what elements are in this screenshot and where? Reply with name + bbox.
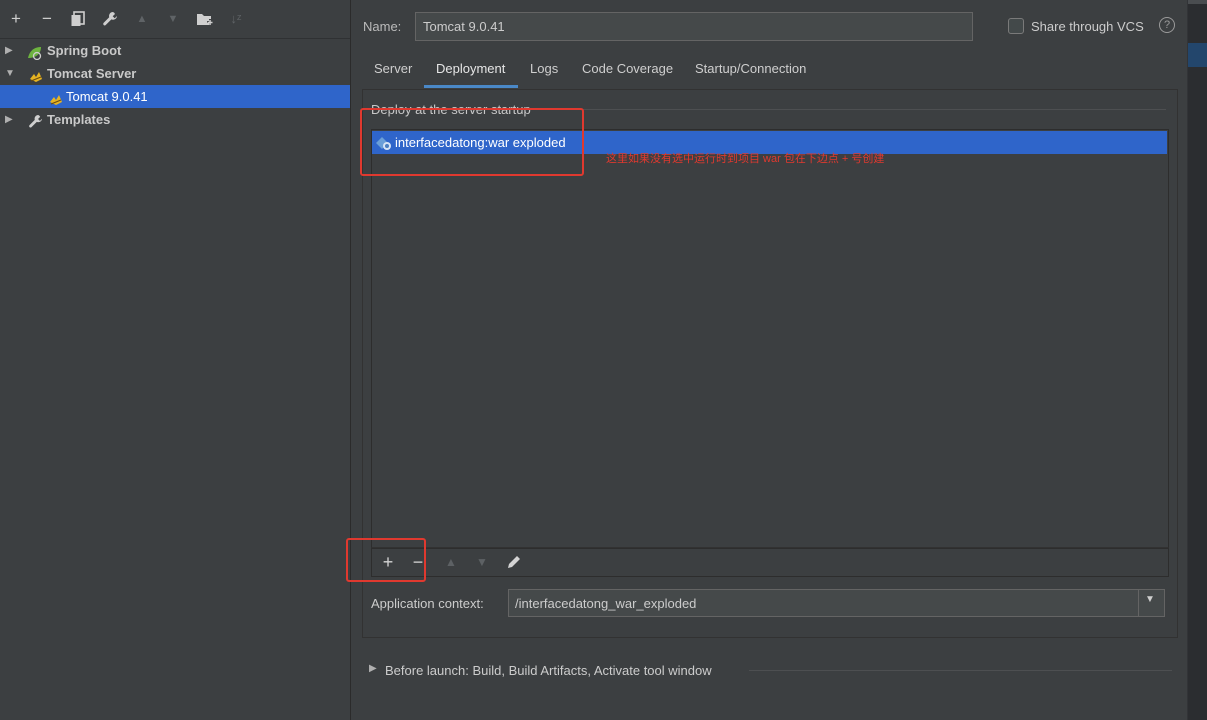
tab-code-coverage[interactable]: Code Coverage [582,61,673,89]
active-tab-indicator [424,85,518,88]
combo-divider [1138,590,1139,616]
share-vcs-checkbox[interactable] [1008,18,1024,34]
chevron-down-icon[interactable]: ▼ [1145,594,1155,605]
tree-toolbar: + − ▲ ▼ ↓ᶻ [0,0,350,39]
tree-item-spring-boot[interactable]: ▶ Spring Boot [0,39,350,62]
tree-item-label: Spring Boot [47,43,122,58]
tree-item-tomcat-server[interactable]: ▼ Tomcat Server [0,62,350,85]
artifact-list[interactable] [371,129,1169,549]
tree-item-tomcat-9[interactable]: Tomcat 9.0.41 [0,85,350,108]
before-launch-separator [749,670,1172,671]
spring-boot-icon [27,44,42,61]
app-context-label: Application context: [371,596,484,611]
before-launch-label[interactable]: Before launch: Build, Build Artifacts, A… [385,663,712,678]
annotation-box-add [346,538,426,582]
window-edge [1187,0,1207,720]
section-separator [560,109,1166,110]
tree-item-templates[interactable]: ▶ Templates [0,108,350,131]
name-value: Tomcat 9.0.41 [423,19,505,34]
tree-item-label: Tomcat 9.0.41 [66,89,148,104]
tree-item-label: Templates [47,112,111,127]
new-folder-icon[interactable] [195,9,215,29]
move-down-icon[interactable]: ▼ [472,551,492,573]
tab-server[interactable]: Server [374,61,412,89]
tab-logs[interactable]: Logs [530,61,558,89]
tomcat-icon [49,90,63,105]
edit-icon[interactable] [504,551,524,573]
name-label: Name: [363,19,402,34]
before-launch-arrow-icon[interactable]: ▶ [369,663,377,674]
annotation-text: 这里如果没有选中运行时到项目 war 包在下边点 + 号创建 [606,153,885,165]
move-up-icon[interactable]: ▲ [132,9,152,29]
app-context-value: /interfacedatong_war_exploded [515,596,697,611]
wrench-icon[interactable] [100,9,120,29]
copy-icon[interactable] [68,9,88,29]
app-context-combobox[interactable]: /interfacedatong_war_exploded ▼ [508,589,1165,617]
share-vcs-label[interactable]: Share through VCS [1031,19,1144,34]
name-field[interactable]: Tomcat 9.0.41 [415,12,973,41]
tab-startup-connection[interactable]: Startup/Connection [695,61,806,89]
expand-arrow-icon[interactable]: ▶ [5,108,13,131]
help-icon[interactable]: ? [1159,17,1175,33]
annotation-box-artifact [360,108,584,176]
remove-icon[interactable]: − [37,9,57,29]
sort-icon[interactable]: ↓ᶻ [226,9,246,29]
expand-arrow-icon[interactable]: ▶ [5,39,13,62]
tree-item-label: Tomcat Server [47,66,137,81]
artifact-list-toolbar: + − ▲ ▼ [371,547,1169,577]
tomcat-icon [29,67,43,82]
wrench-icon [28,113,43,128]
edge-top [1188,0,1207,4]
move-up-icon[interactable]: ▲ [441,551,461,573]
move-down-icon[interactable]: ▼ [163,9,183,29]
collapse-arrow-icon[interactable]: ▼ [5,62,15,85]
edge-highlight [1188,43,1207,67]
add-icon[interactable]: + [6,9,26,29]
